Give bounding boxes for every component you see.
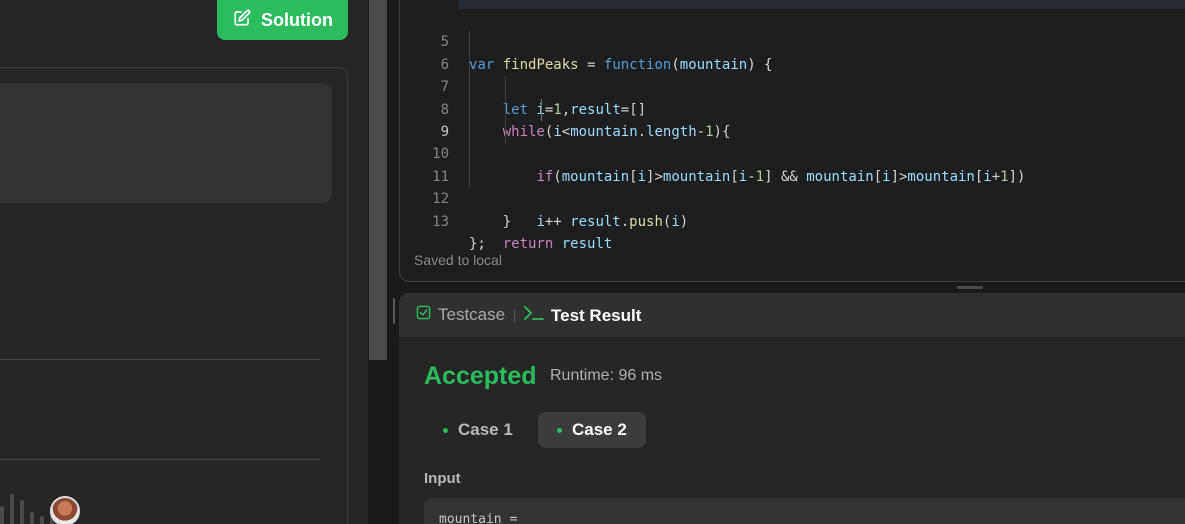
case-tab-1[interactable]: Case 1 [424,412,532,448]
case-label: Case 2 [572,420,627,439]
indent-guide [505,98,506,121]
edit-icon [233,9,251,32]
code-line: 12 return result [399,165,1185,252]
indent-guide [469,98,470,121]
input-label: Input [424,470,461,487]
pass-dot-icon [443,427,448,433]
tab-label: Testcase [438,305,506,324]
indent-guide [541,98,542,121]
input-box: mountain = [424,498,1185,524]
indent-guide [469,165,470,189]
code-line: 10 i++ [399,120,1185,230]
code-line: 6 let i=1,result=[] [399,31,1185,118]
horizontal-resize-handle[interactable] [957,286,983,289]
result-status: Accepted [424,362,537,390]
line-number: 13 [432,213,449,230]
code-text: } [469,213,512,230]
case-label: Case 1 [458,420,513,439]
divider [0,459,320,460]
code-line: 5 var findPeaks = function(mountain) { [399,9,1185,72]
code-area[interactable]: 5 var findPeaks = function(mountain) { 6… [399,9,1185,252]
activity-bars [0,490,54,524]
indent-guide [469,76,470,99]
code-line: 7 while(i<mountain.length-1){ [399,53,1185,140]
indent-guide [469,143,470,166]
solution-label: Solution [261,9,333,30]
scrollbar[interactable] [369,0,387,360]
indent-guide [505,76,506,99]
indent-guide [469,120,470,144]
result-header: Testcase Test Result [399,293,1185,337]
divider [0,359,320,360]
tab-test-result[interactable]: Test Result [524,305,641,326]
code-line: 8 if(mountain[i]>mountain[i-1] && mounta… [399,76,1185,185]
description-box [0,83,332,203]
terminal-icon [524,305,544,326]
saved-status: Saved to local [414,252,502,268]
code-line: 9 result.push(i) [399,98,1185,230]
indent-guide [469,31,470,54]
checkbox-icon [416,305,431,325]
current-line-highlight [458,0,1185,9]
tab-testcase[interactable]: Testcase [416,305,505,325]
description-panel: Solution [0,0,368,524]
indent-guide [469,53,470,77]
code-line: 11 } [399,143,1185,230]
solution-button[interactable]: Solution [217,0,348,40]
case-tab-2[interactable]: Case 2 [538,412,646,448]
pass-dot-icon [557,427,562,433]
tab-separator [514,309,515,323]
avatar[interactable] [50,496,80,524]
input-value: mountain = [439,512,518,524]
code-line: 13 }; [399,188,1185,252]
result-panel: Testcase Test Result Accepted Runtime: 9… [399,293,1185,524]
tab-label: Test Result [551,305,642,325]
runtime-text: Runtime: 96 ms [550,367,663,384]
resize-handle[interactable] [393,298,395,324]
indent-guide [505,120,506,144]
app-root: Solution 5 var findPeaks = function(moun… [0,0,1185,524]
